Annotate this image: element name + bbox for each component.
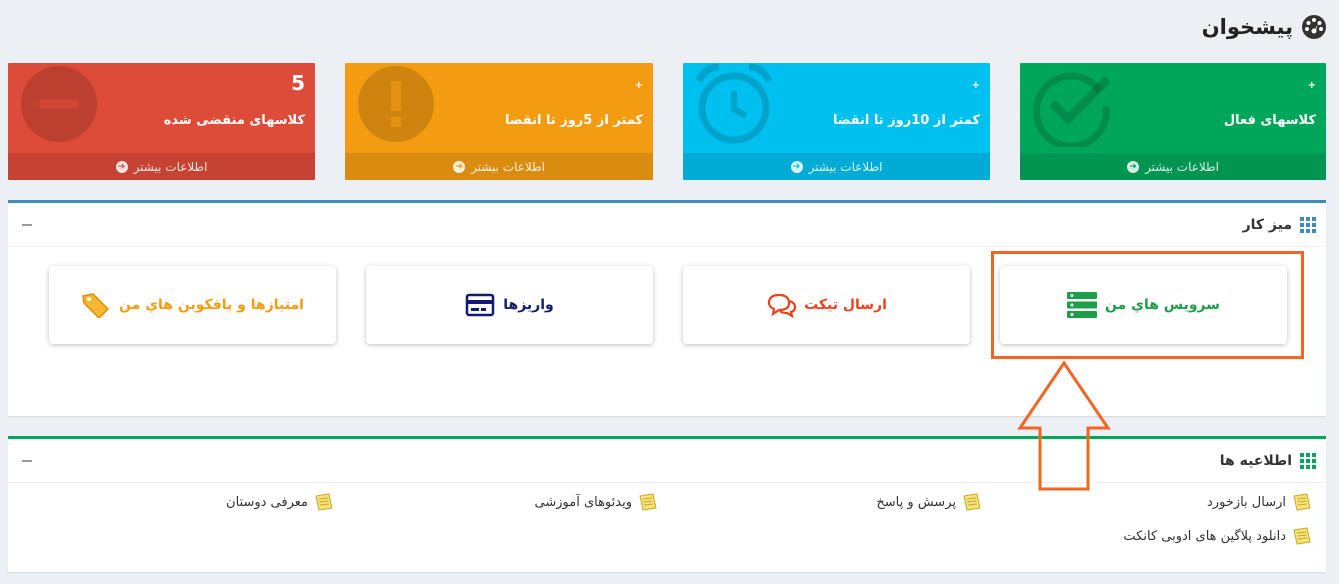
panel-header: اطلاعیه ها bbox=[8, 439, 1326, 483]
stat-label: کلاسهای منقضی شده bbox=[163, 113, 305, 128]
stat-box-10-days: + کمتر از 10روز تا انقضا اطلاعات بیشتر ➜ bbox=[683, 63, 990, 180]
link-faq[interactable]: پرسش و پاسخ bbox=[876, 493, 982, 511]
stat-count: + bbox=[634, 80, 643, 91]
credit-card-icon bbox=[466, 293, 495, 317]
stat-box-expired: 5 کلاسهای منقضی شده اطلاعات بیشتر ➜ bbox=[8, 63, 315, 180]
tile-points-coupons[interactable]: امتیازها و پافکوبن هاي من bbox=[49, 266, 336, 344]
more-info-label: اطلاعات بیشتر bbox=[808, 159, 883, 174]
stat-count: 5 bbox=[291, 71, 305, 95]
link-videos[interactable]: ویدئوهای آموزشی bbox=[535, 493, 658, 511]
note-icon bbox=[1293, 527, 1311, 545]
desk-panel: میز کار سرویس هاي من ارسال تیکت واریزها … bbox=[8, 200, 1326, 416]
stat-label: کمتر از 5روز تا انقضا bbox=[505, 113, 643, 128]
minus-circle-icon bbox=[21, 66, 97, 142]
more-info-label: اطلاعات بیشتر bbox=[133, 159, 208, 174]
more-info-link[interactable]: اطلاعات بیشتر ➜ bbox=[1020, 153, 1326, 180]
grid-icon bbox=[1300, 216, 1316, 233]
stat-box-5-days: + کمتر از 5روز تا انقضا اطلاعات بیشتر ➜ bbox=[345, 63, 653, 180]
page-title: پیشخوان bbox=[1201, 15, 1293, 39]
exclamation-circle-icon bbox=[358, 66, 434, 142]
note-icon bbox=[639, 493, 657, 511]
check-circle-icon bbox=[1032, 72, 1112, 147]
tile-deposits[interactable]: واریزها bbox=[366, 266, 653, 344]
stat-count: + bbox=[1307, 80, 1316, 91]
stat-label: کلاسهای فعال bbox=[1223, 113, 1316, 128]
arrow-circle-icon: ➜ bbox=[115, 160, 128, 173]
comments-icon bbox=[767, 293, 797, 318]
collapse-button[interactable] bbox=[22, 223, 32, 226]
tile-label: امتیازها و پافکوبن هاي من bbox=[119, 297, 304, 313]
link-adobe-connect-plugins[interactable]: دانلود پلاگین های ادوبی کانکت bbox=[1123, 527, 1312, 545]
panel-title-label: اطلاعیه ها bbox=[1219, 452, 1292, 469]
tile-my-services[interactable]: سرویس هاي من bbox=[1000, 266, 1287, 344]
tag-icon bbox=[82, 293, 110, 318]
tile-label: ارسال تیکت bbox=[804, 297, 887, 313]
grid-icon bbox=[1300, 452, 1316, 469]
alarm-clock-icon bbox=[695, 63, 773, 144]
panel-title-label: میز کار bbox=[1242, 216, 1292, 233]
stat-count: + bbox=[971, 80, 980, 91]
arrow-circle-icon: ➜ bbox=[1127, 160, 1140, 173]
link-label: دانلود پلاگین های ادوبی کانکت bbox=[1123, 528, 1286, 544]
link-feedback[interactable]: ارسال بازخورد bbox=[1207, 493, 1312, 511]
arrow-circle-icon: ➜ bbox=[453, 160, 466, 173]
note-icon bbox=[963, 493, 981, 511]
collapse-button[interactable] bbox=[22, 459, 32, 462]
note-icon bbox=[315, 493, 333, 511]
more-info-link[interactable]: اطلاعات بیشتر ➜ bbox=[8, 153, 315, 180]
server-icon bbox=[1066, 292, 1097, 318]
tile-send-ticket[interactable]: ارسال تیکت bbox=[683, 266, 970, 344]
more-info-link[interactable]: اطلاعات بیشتر ➜ bbox=[345, 153, 653, 180]
tile-label: واریزها bbox=[503, 297, 554, 313]
link-label: معرفی دوستان bbox=[226, 494, 308, 510]
link-label: ارسال بازخورد bbox=[1207, 494, 1286, 510]
stat-label: کمتر از 10روز تا انقضا bbox=[832, 113, 980, 128]
more-info-label: اطلاعات بیشتر bbox=[471, 159, 545, 174]
link-label: ویدئوهای آموزشی bbox=[534, 494, 632, 510]
announcements-panel: اطلاعیه ها ارسال بازخورد پرسش و پاسخ وید… bbox=[8, 436, 1326, 572]
stat-box-active: + کلاسهای فعال اطلاعات بیشتر ➜ bbox=[1020, 63, 1326, 180]
tile-label: سرویس هاي من bbox=[1104, 297, 1221, 313]
link-refer-friends[interactable]: معرفی دوستان bbox=[226, 493, 334, 511]
arrow-circle-icon: ➜ bbox=[790, 160, 803, 173]
page-header: پیشخوان bbox=[1202, 14, 1327, 40]
note-icon bbox=[1293, 493, 1311, 511]
link-label: پرسش و پاسخ bbox=[876, 494, 956, 510]
panel-title: اطلاعیه ها bbox=[1219, 452, 1316, 469]
more-info-link[interactable]: اطلاعات بیشتر ➜ bbox=[683, 153, 990, 180]
more-info-label: اطلاعات بیشتر bbox=[1145, 159, 1219, 174]
panel-header: میز کار bbox=[8, 203, 1326, 247]
panel-title: میز کار bbox=[1242, 216, 1316, 233]
dashboard-icon bbox=[1302, 15, 1326, 39]
